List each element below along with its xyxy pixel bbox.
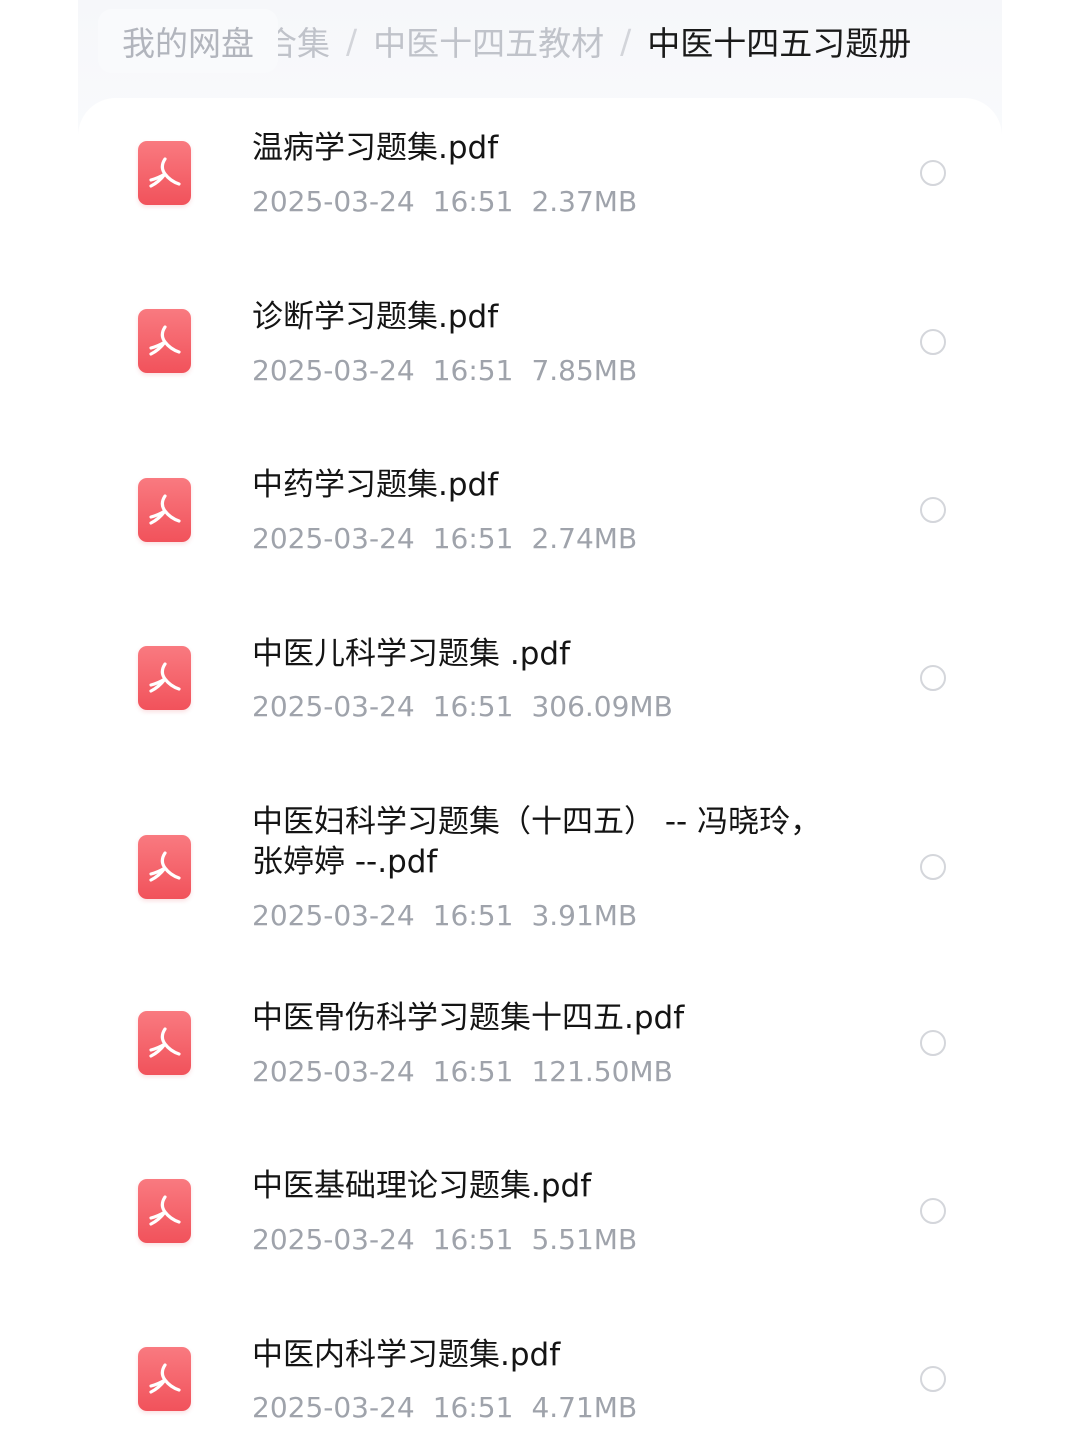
file-size: 306.09MB	[531, 690, 673, 723]
file-meta: 2025-03-24 16:51 2.74MB	[252, 521, 637, 557]
file-size: 7.85MB	[531, 354, 638, 387]
file-date: 2025-03-24	[252, 899, 415, 932]
file-date: 2025-03-24	[252, 522, 415, 555]
file-row[interactable]: 中医内科学习题集.pdf 2025-03-24 16:51 4.71MB	[78, 1331, 1002, 1439]
file-time: 16:51	[432, 1055, 514, 1088]
select-radio[interactable]	[920, 497, 946, 523]
file-size: 121.50MB	[531, 1055, 673, 1088]
file-meta: 2025-03-24 16:51 306.09MB	[252, 689, 673, 725]
pdf-icon	[138, 1011, 191, 1075]
file-time: 16:51	[432, 1391, 514, 1424]
file-size: 3.91MB	[531, 899, 638, 932]
file-row[interactable]: 温病学习题集.pdf 2025-03-24 16:51 2.37MB	[78, 124, 1002, 274]
breadcrumb-separator: /	[346, 21, 358, 61]
file-row[interactable]: 中医基础理论习题集.pdf 2025-03-24 16:51 5.51MB	[78, 1162, 1002, 1312]
file-row[interactable]: 中医妇科学习题集（十四五） -- 冯晓玲，张婷婷 --.pdf 2025-03-…	[78, 798, 1002, 948]
file-browser-page: 我的网盘 合集 / 中医十四五教材 / 中医十四五习题册 温病学习题集.pdf …	[0, 0, 1080, 1439]
file-size: 4.71MB	[531, 1391, 638, 1424]
breadcrumb: 我的网盘 合集 / 中医十四五教材 / 中医十四五习题册	[98, 6, 911, 76]
file-time: 16:51	[432, 185, 514, 218]
file-meta: 2025-03-24 16:51 3.91MB	[252, 898, 637, 934]
file-name: 诊断学习题集.pdf	[252, 299, 499, 335]
pdf-icon	[138, 835, 191, 899]
file-meta: 2025-03-24 16:51 4.71MB	[252, 1390, 637, 1426]
pdf-icon	[138, 141, 191, 205]
file-name: 中医基础理论习题集.pdf	[252, 1168, 592, 1204]
file-date: 2025-03-24	[252, 1223, 415, 1256]
file-name: 中医骨伤科学习题集十四五.pdf	[252, 1000, 685, 1036]
file-time: 16:51	[432, 690, 514, 723]
breadcrumb-root[interactable]: 我的网盘	[98, 9, 278, 73]
file-row[interactable]: 中医儿科学习题集 .pdf 2025-03-24 16:51 306.09MB	[78, 630, 1002, 780]
select-radio[interactable]	[920, 329, 946, 355]
file-meta: 2025-03-24 16:51 121.50MB	[252, 1054, 673, 1090]
file-meta: 2025-03-24 16:51 2.37MB	[252, 184, 637, 220]
file-time: 16:51	[432, 899, 514, 932]
pdf-icon	[138, 309, 191, 373]
file-time: 16:51	[432, 522, 514, 555]
file-name: 中医妇科学习题集（十四五） -- 冯晓玲，张婷婷 --.pdf	[252, 804, 822, 880]
breadcrumb-separator: /	[620, 21, 632, 61]
select-radio[interactable]	[920, 1198, 946, 1224]
pdf-icon	[138, 478, 191, 542]
file-time: 16:51	[432, 1223, 514, 1256]
file-row[interactable]: 诊断学习题集.pdf 2025-03-24 16:51 7.85MB	[78, 293, 1002, 443]
select-radio[interactable]	[920, 1366, 946, 1392]
select-radio[interactable]	[920, 854, 946, 880]
breadcrumb-textbooks[interactable]: 中医十四五教材	[373, 17, 604, 65]
file-size: 2.74MB	[531, 522, 638, 555]
file-meta: 2025-03-24 16:51 7.85MB	[252, 353, 637, 389]
file-name: 中医儿科学习题集 .pdf	[252, 636, 570, 672]
file-name: 中医内科学习题集.pdf	[252, 1337, 561, 1373]
file-size: 2.37MB	[531, 185, 638, 218]
select-radio[interactable]	[920, 1030, 946, 1056]
pdf-icon	[138, 1179, 191, 1243]
file-date: 2025-03-24	[252, 1391, 415, 1424]
select-radio[interactable]	[920, 160, 946, 186]
pdf-icon	[138, 646, 191, 710]
file-time: 16:51	[432, 354, 514, 387]
file-date: 2025-03-24	[252, 690, 415, 723]
file-row[interactable]: 中药学习题集.pdf 2025-03-24 16:51 2.74MB	[78, 461, 1002, 611]
file-row[interactable]: 中医骨伤科学习题集十四五.pdf 2025-03-24 16:51 121.50MB	[78, 994, 1002, 1144]
select-radio[interactable]	[920, 665, 946, 691]
breadcrumb-current: 中医十四五习题册	[647, 24, 912, 63]
pdf-icon	[138, 1347, 191, 1411]
file-name: 中药学习题集.pdf	[252, 467, 499, 503]
file-size: 5.51MB	[531, 1223, 638, 1256]
file-meta: 2025-03-24 16:51 5.51MB	[252, 1222, 637, 1258]
file-name: 温病学习题集.pdf	[252, 130, 499, 166]
file-date: 2025-03-24	[252, 1055, 415, 1088]
file-date: 2025-03-24	[252, 185, 415, 218]
file-date: 2025-03-24	[252, 354, 415, 387]
